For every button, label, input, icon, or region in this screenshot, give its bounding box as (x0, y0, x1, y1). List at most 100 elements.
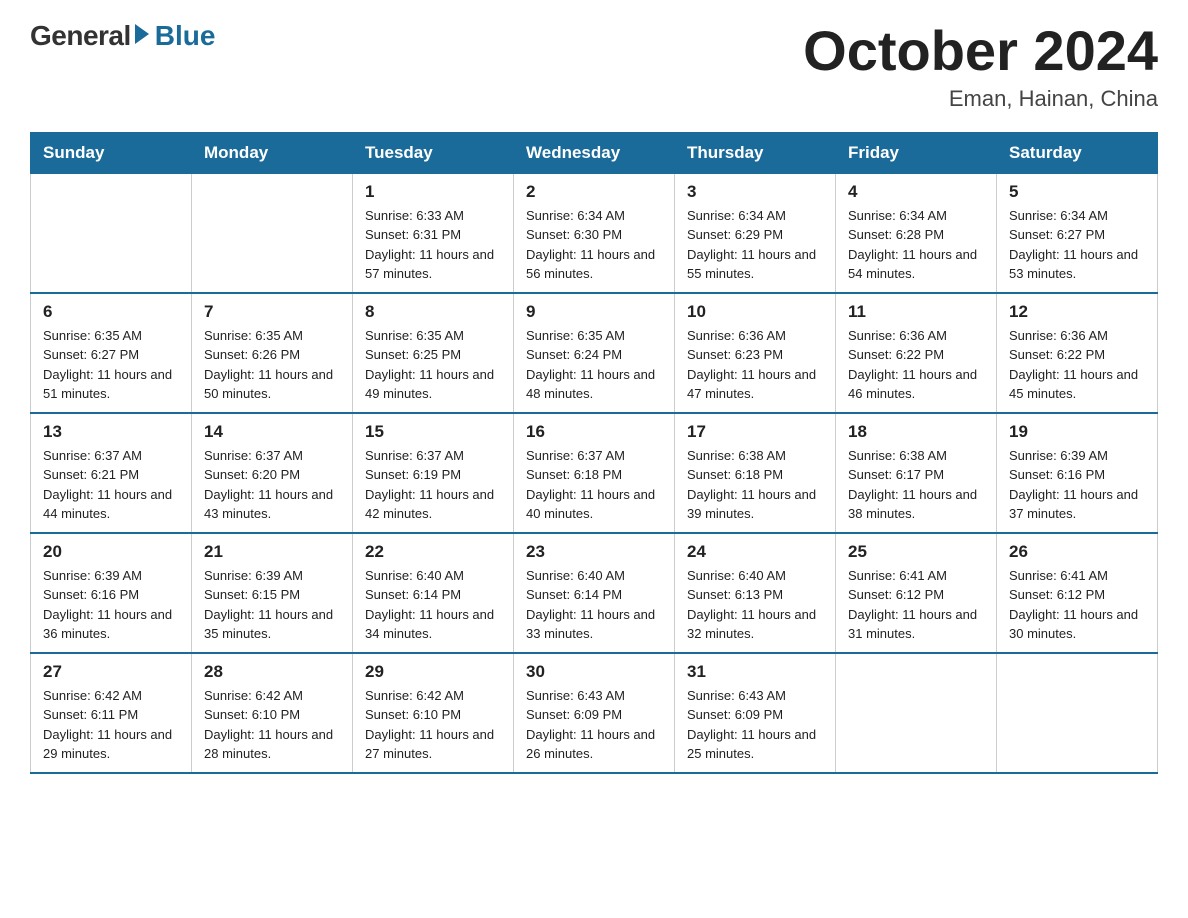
day-number: 9 (526, 302, 662, 322)
calendar-cell: 14 Sunrise: 6:37 AM Sunset: 6:20 PM Dayli… (192, 413, 353, 533)
day-info: Sunrise: 6:34 AM Sunset: 6:29 PM Dayligh… (687, 206, 823, 284)
day-info: Sunrise: 6:34 AM Sunset: 6:28 PM Dayligh… (848, 206, 984, 284)
day-number: 20 (43, 542, 179, 562)
calendar-cell: 7 Sunrise: 6:35 AM Sunset: 6:26 PM Daylig… (192, 293, 353, 413)
calendar-cell: 30 Sunrise: 6:43 AM Sunset: 6:09 PM Dayli… (514, 653, 675, 773)
day-number: 31 (687, 662, 823, 682)
day-number: 22 (365, 542, 501, 562)
calendar-cell: 6 Sunrise: 6:35 AM Sunset: 6:27 PM Daylig… (31, 293, 192, 413)
calendar-cell: 8Sunrise: 6:35 AM Sunset: 6:25 PM Daylig… (353, 293, 514, 413)
day-info: Sunrise: 6:40 AM Sunset: 6:14 PM Dayligh… (526, 566, 662, 644)
calendar-week-row: 6 Sunrise: 6:35 AM Sunset: 6:27 PM Daylig… (31, 293, 1158, 413)
day-info: Sunrise: 6:35 AM Sunset: 6:24 PM Dayligh… (526, 326, 662, 404)
day-info: Sunrise: 6:39 AM Sunset: 6:16 PM Dayligh… (1009, 446, 1145, 524)
calendar-cell: 15Sunrise: 6:37 AM Sunset: 6:19 PM Dayli… (353, 413, 514, 533)
calendar-week-row: 1 Sunrise: 6:33 AM Sunset: 6:31 PM Daylig… (31, 173, 1158, 293)
day-number: 27 (43, 662, 179, 682)
day-info: Sunrise: 6:39 AM Sunset: 6:16 PM Dayligh… (43, 566, 179, 644)
day-number: 14 (204, 422, 340, 442)
day-number: 18 (848, 422, 984, 442)
logo-general-text: General (30, 20, 131, 52)
day-info: Sunrise: 6:43 AM Sunset: 6:09 PM Dayligh… (526, 686, 662, 764)
calendar-day-header: Saturday (997, 132, 1158, 173)
day-info: Sunrise: 6:38 AM Sunset: 6:18 PM Dayligh… (687, 446, 823, 524)
calendar-cell: 12 Sunrise: 6:36 AM Sunset: 6:22 PM Dayli… (997, 293, 1158, 413)
day-number: 23 (526, 542, 662, 562)
day-number: 8 (365, 302, 501, 322)
logo-blue-text: Blue (155, 20, 216, 52)
day-info: Sunrise: 6:37 AM Sunset: 6:18 PM Dayligh… (526, 446, 662, 524)
day-number: 21 (204, 542, 340, 562)
calendar-cell: 16 Sunrise: 6:37 AM Sunset: 6:18 PM Dayli… (514, 413, 675, 533)
day-info: Sunrise: 6:36 AM Sunset: 6:22 PM Dayligh… (848, 326, 984, 404)
day-number: 11 (848, 302, 984, 322)
day-number: 6 (43, 302, 179, 322)
calendar-cell: 24 Sunrise: 6:40 AM Sunset: 6:13 PM Dayli… (675, 533, 836, 653)
day-number: 2 (526, 182, 662, 202)
calendar-cell (836, 653, 997, 773)
day-info: Sunrise: 6:35 AM Sunset: 6:26 PM Dayligh… (204, 326, 340, 404)
day-number: 24 (687, 542, 823, 562)
calendar-cell: 5Sunrise: 6:34 AM Sunset: 6:27 PM Daylig… (997, 173, 1158, 293)
calendar-cell: 4 Sunrise: 6:34 AM Sunset: 6:28 PM Daylig… (836, 173, 997, 293)
day-info: Sunrise: 6:33 AM Sunset: 6:31 PM Dayligh… (365, 206, 501, 284)
calendar-cell (31, 173, 192, 293)
calendar-header-row: SundayMondayTuesdayWednesdayThursdayFrid… (31, 132, 1158, 173)
calendar-cell: 22 Sunrise: 6:40 AM Sunset: 6:14 PM Dayli… (353, 533, 514, 653)
calendar-cell: 28Sunrise: 6:42 AM Sunset: 6:10 PM Dayli… (192, 653, 353, 773)
day-number: 3 (687, 182, 823, 202)
day-info: Sunrise: 6:35 AM Sunset: 6:27 PM Dayligh… (43, 326, 179, 404)
logo: General Blue (30, 20, 215, 52)
day-number: 17 (687, 422, 823, 442)
day-info: Sunrise: 6:40 AM Sunset: 6:14 PM Dayligh… (365, 566, 501, 644)
day-number: 10 (687, 302, 823, 322)
calendar-cell: 1 Sunrise: 6:33 AM Sunset: 6:31 PM Daylig… (353, 173, 514, 293)
calendar-cell: 31 Sunrise: 6:43 AM Sunset: 6:09 PM Dayli… (675, 653, 836, 773)
month-title: October 2024 (803, 20, 1158, 82)
calendar-cell: 25Sunrise: 6:41 AM Sunset: 6:12 PM Dayli… (836, 533, 997, 653)
calendar-cell: 18 Sunrise: 6:38 AM Sunset: 6:17 PM Dayli… (836, 413, 997, 533)
calendar-week-row: 20 Sunrise: 6:39 AM Sunset: 6:16 PM Dayli… (31, 533, 1158, 653)
calendar-cell: 11 Sunrise: 6:36 AM Sunset: 6:22 PM Dayli… (836, 293, 997, 413)
day-number: 29 (365, 662, 501, 682)
calendar-cell: 21Sunrise: 6:39 AM Sunset: 6:15 PM Dayli… (192, 533, 353, 653)
logo-triangle-icon (135, 24, 149, 44)
calendar-week-row: 27 Sunrise: 6:42 AM Sunset: 6:11 PM Dayli… (31, 653, 1158, 773)
day-info: Sunrise: 6:42 AM Sunset: 6:11 PM Dayligh… (43, 686, 179, 764)
day-info: Sunrise: 6:41 AM Sunset: 6:12 PM Dayligh… (1009, 566, 1145, 644)
day-number: 15 (365, 422, 501, 442)
day-info: Sunrise: 6:38 AM Sunset: 6:17 PM Dayligh… (848, 446, 984, 524)
calendar-table: SundayMondayTuesdayWednesdayThursdayFrid… (30, 132, 1158, 774)
day-number: 30 (526, 662, 662, 682)
day-number: 26 (1009, 542, 1145, 562)
day-number: 1 (365, 182, 501, 202)
day-number: 16 (526, 422, 662, 442)
calendar-cell: 2Sunrise: 6:34 AM Sunset: 6:30 PM Daylig… (514, 173, 675, 293)
calendar-cell: 13 Sunrise: 6:37 AM Sunset: 6:21 PM Dayli… (31, 413, 192, 533)
day-number: 13 (43, 422, 179, 442)
day-number: 19 (1009, 422, 1145, 442)
calendar-day-header: Sunday (31, 132, 192, 173)
day-info: Sunrise: 6:42 AM Sunset: 6:10 PM Dayligh… (365, 686, 501, 764)
calendar-week-row: 13 Sunrise: 6:37 AM Sunset: 6:21 PM Dayli… (31, 413, 1158, 533)
day-number: 7 (204, 302, 340, 322)
calendar-day-header: Thursday (675, 132, 836, 173)
calendar-cell: 20 Sunrise: 6:39 AM Sunset: 6:16 PM Dayli… (31, 533, 192, 653)
calendar-cell (192, 173, 353, 293)
day-info: Sunrise: 6:43 AM Sunset: 6:09 PM Dayligh… (687, 686, 823, 764)
calendar-cell: 17 Sunrise: 6:38 AM Sunset: 6:18 PM Dayli… (675, 413, 836, 533)
calendar-cell: 26 Sunrise: 6:41 AM Sunset: 6:12 PM Dayli… (997, 533, 1158, 653)
day-number: 28 (204, 662, 340, 682)
day-info: Sunrise: 6:37 AM Sunset: 6:21 PM Dayligh… (43, 446, 179, 524)
calendar-day-header: Tuesday (353, 132, 514, 173)
day-number: 4 (848, 182, 984, 202)
calendar-cell (997, 653, 1158, 773)
location-title: Eman, Hainan, China (803, 86, 1158, 112)
calendar-cell: 10Sunrise: 6:36 AM Sunset: 6:23 PM Dayli… (675, 293, 836, 413)
calendar-day-header: Monday (192, 132, 353, 173)
day-info: Sunrise: 6:37 AM Sunset: 6:20 PM Dayligh… (204, 446, 340, 524)
day-number: 12 (1009, 302, 1145, 322)
day-info: Sunrise: 6:40 AM Sunset: 6:13 PM Dayligh… (687, 566, 823, 644)
day-info: Sunrise: 6:41 AM Sunset: 6:12 PM Dayligh… (848, 566, 984, 644)
day-info: Sunrise: 6:36 AM Sunset: 6:22 PM Dayligh… (1009, 326, 1145, 404)
